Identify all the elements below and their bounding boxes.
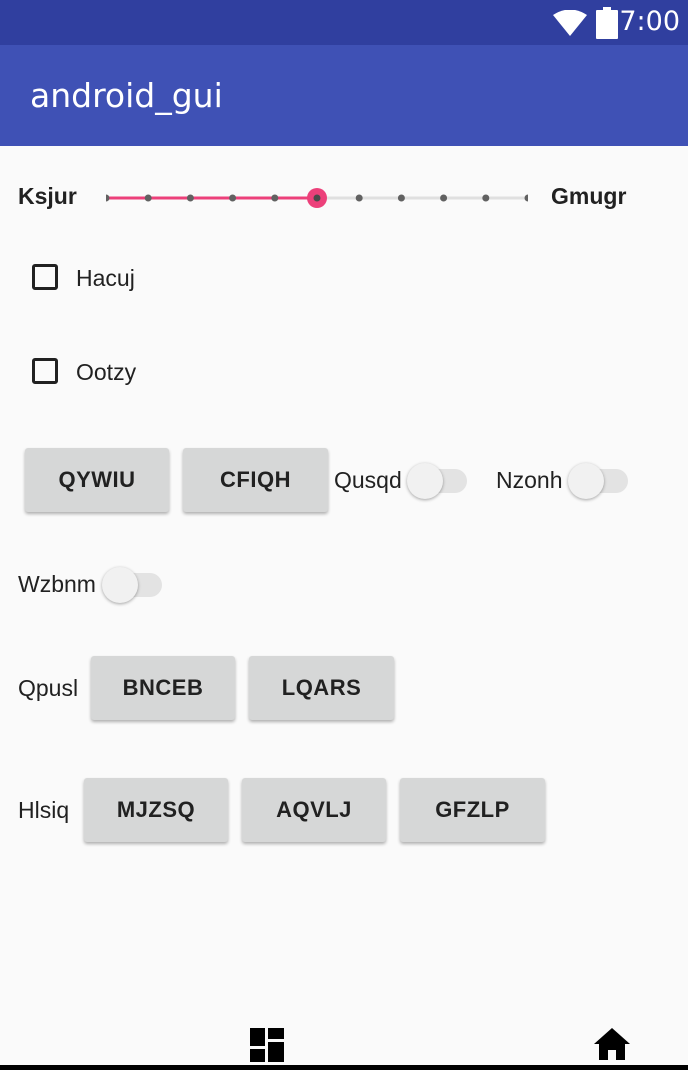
app-bar: android_gui bbox=[0, 45, 688, 146]
apps-icon[interactable] bbox=[250, 1028, 284, 1062]
wzbnm-switch-label: Wzbnm bbox=[18, 571, 96, 597]
seekbar-tick bbox=[397, 194, 405, 202]
hlsiq-label: Hlsiq bbox=[18, 797, 70, 823]
lqars-button[interactable]: LQARS bbox=[249, 656, 394, 720]
wzbnm-switch[interactable] bbox=[102, 567, 162, 603]
seekbar-left-label: Ksjur bbox=[18, 183, 77, 209]
checkbox-hacuj-label[interactable]: Hacuj bbox=[76, 265, 135, 292]
qusqd-switch-label: Qusqd bbox=[334, 467, 402, 493]
navigation-bar bbox=[0, 1015, 688, 1070]
seekbar-tick bbox=[271, 194, 279, 202]
seekbar-tick bbox=[355, 194, 363, 202]
seekbar-tick bbox=[106, 194, 110, 202]
cfiqh-button[interactable]: CFIQH bbox=[183, 448, 328, 512]
aqvlj-button[interactable]: AQVLJ bbox=[242, 778, 386, 842]
navigation-bar-edge bbox=[0, 1065, 688, 1070]
seekbar-tick bbox=[440, 194, 448, 202]
wifi-icon bbox=[553, 10, 587, 36]
status-time: 7:00 bbox=[619, 6, 680, 37]
seekbar-thumb-center bbox=[313, 194, 321, 202]
checkbox-hacuj[interactable] bbox=[32, 264, 58, 290]
app-title: android_gui bbox=[30, 76, 223, 115]
bnceb-button[interactable]: BNCEB bbox=[91, 656, 235, 720]
switch-thumb bbox=[407, 463, 443, 499]
qusqd-switch[interactable] bbox=[407, 463, 467, 499]
seekbar-tick bbox=[229, 194, 237, 202]
checkbox-ootzy-label[interactable]: Ootzy bbox=[76, 359, 136, 386]
mjzsq-button[interactable]: MJZSQ bbox=[84, 778, 228, 842]
seekbar-tick bbox=[144, 194, 152, 202]
home-icon[interactable] bbox=[594, 1028, 630, 1060]
checkbox-ootzy[interactable] bbox=[32, 358, 58, 384]
nzonh-switch-label: Nzonh bbox=[496, 467, 563, 493]
seekbar-tick bbox=[186, 194, 194, 202]
qpusl-label: Qpusl bbox=[18, 675, 79, 701]
gfzlp-button[interactable]: GFZLP bbox=[400, 778, 545, 842]
seekbar[interactable] bbox=[106, 186, 528, 210]
seekbar-tick bbox=[524, 194, 528, 202]
switch-thumb bbox=[568, 463, 604, 499]
switch-thumb bbox=[102, 567, 138, 603]
status-bar: 7:00 bbox=[0, 0, 688, 45]
qywiu-button[interactable]: QYWIU bbox=[25, 448, 169, 512]
nzonh-switch[interactable] bbox=[568, 463, 628, 499]
seekbar-tick bbox=[482, 194, 490, 202]
seekbar-right-label: Gmugr bbox=[551, 183, 627, 209]
battery-icon bbox=[596, 7, 618, 39]
